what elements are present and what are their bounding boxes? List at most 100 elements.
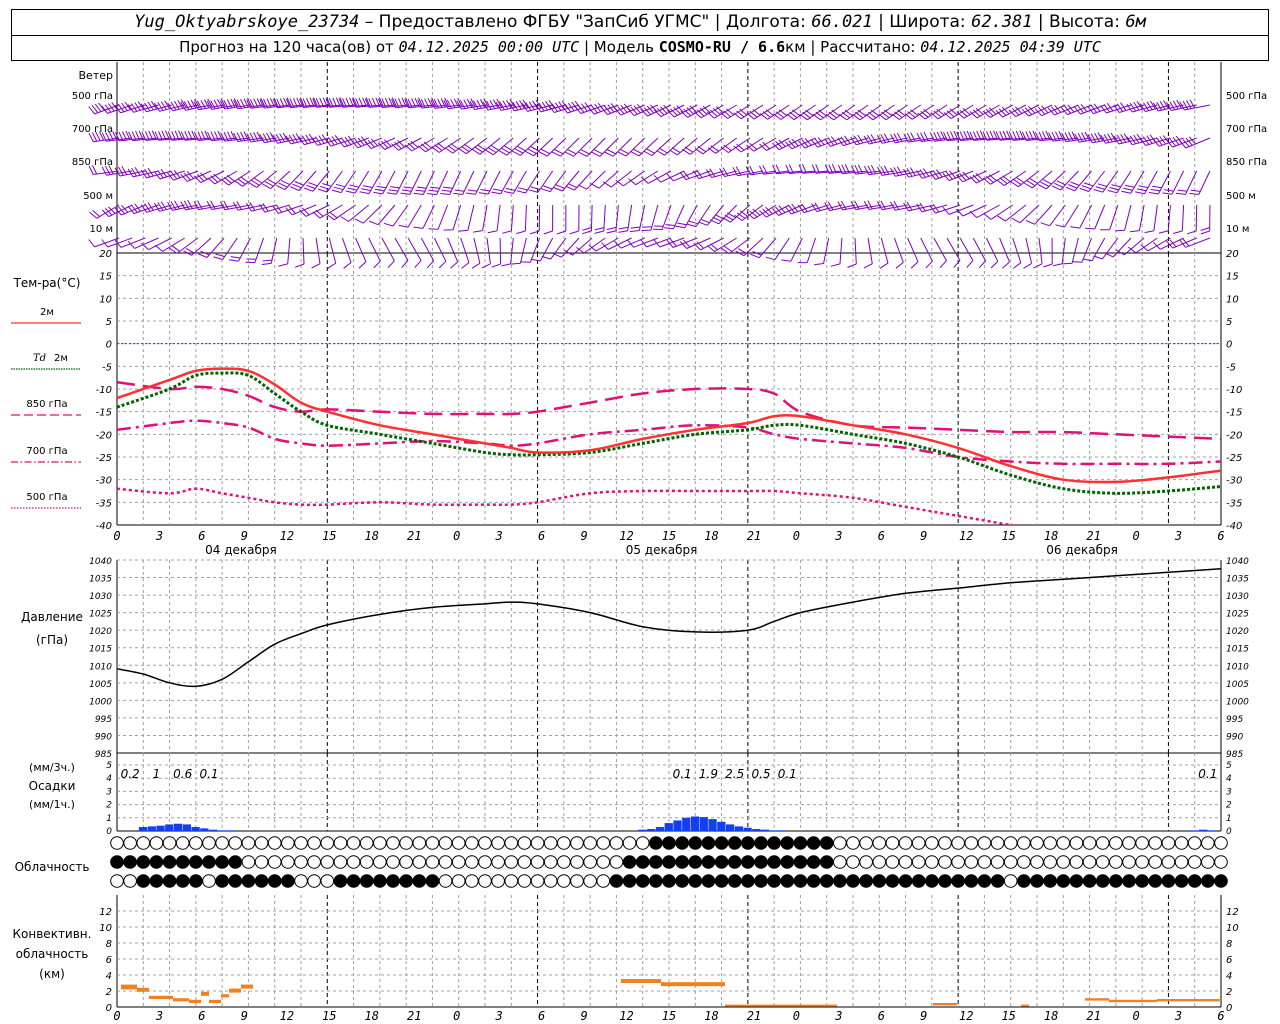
cloud-symbol (649, 836, 663, 850)
cloud-symbol (1069, 836, 1084, 850)
temp-axis-tick-right: -15 (1226, 408, 1242, 419)
wind-barb (326, 204, 356, 221)
cloud-symbol (110, 874, 124, 888)
cloud-symbol (1082, 855, 1097, 869)
wind-barb (428, 204, 449, 230)
convective-segment (725, 1004, 837, 1007)
pressure-title: Давление (21, 610, 83, 624)
cloud-symbol (123, 836, 137, 850)
cloud-symbol (281, 855, 295, 869)
cloud-symbol (149, 836, 164, 850)
wind-barb (569, 204, 580, 235)
cloud-symbol (662, 855, 676, 869)
cloud-symbol (727, 855, 742, 869)
precip-bar (690, 816, 700, 831)
cloud-symbol (925, 855, 939, 869)
precip-bar (664, 823, 673, 831)
cloud-symbol (1017, 874, 1031, 888)
cloud-symbol (688, 836, 703, 850)
cloud-symbol (1069, 874, 1084, 888)
wind-barb (1129, 204, 1145, 233)
cloud-symbol (359, 836, 374, 850)
cloud-symbol (294, 874, 308, 888)
cloud-symbol (1187, 836, 1202, 850)
precip-bar (217, 830, 227, 831)
precip-axis-tick-right: 1 (1226, 814, 1232, 824)
cloud-symbol (189, 836, 203, 850)
wind-barb (1011, 204, 1040, 224)
pressure-axis-tick-right: 1010 (1226, 662, 1249, 672)
temp-axis-tick: 15 (99, 272, 112, 283)
cloud-symbol (517, 874, 532, 888)
cloud-symbol (609, 836, 624, 850)
precip-unit-3h: (мм/3ч.) (29, 761, 75, 774)
pressure-axis-tick: 995 (95, 715, 112, 725)
cloud-symbol (583, 836, 597, 850)
cloud-symbol (649, 874, 663, 888)
convective-axis-tick: 10 (99, 923, 112, 934)
hour-tick-label: 15 (1001, 1009, 1015, 1023)
cloud-symbol (254, 874, 269, 888)
convective-segment (661, 982, 725, 987)
cloud-symbol (162, 855, 177, 869)
wind-barb (618, 204, 633, 233)
convective-segment (229, 988, 241, 993)
day-label: 06 декабря (1046, 543, 1118, 557)
convective-axis-tick: 12 (99, 907, 112, 918)
cloud-symbol (688, 874, 703, 888)
cloud-symbol (964, 855, 979, 869)
cloud-symbol (175, 855, 190, 869)
cloud-symbol (938, 874, 952, 888)
wind-barb (734, 204, 764, 221)
cloud-symbol (1109, 855, 1123, 869)
hour-tick-label: 12 (280, 529, 294, 543)
cloud-symbol (741, 836, 755, 850)
hour-tick-label: 21 (747, 529, 761, 543)
cloud-symbol (557, 855, 571, 869)
cloud-symbol (320, 836, 335, 850)
pressure-axis-tick-right: 990 (1226, 732, 1243, 742)
wind-barb (1055, 204, 1079, 228)
cloud-symbol (833, 874, 847, 888)
cloud-symbol (819, 874, 834, 888)
convective-axis-tick: 8 (106, 939, 112, 950)
wind-level-label: 500 гПа (72, 91, 113, 102)
cloud-symbol (1201, 836, 1215, 850)
cloud-symbol (451, 855, 466, 869)
wind-barb (1115, 204, 1132, 232)
cloud-symbol (741, 874, 755, 888)
temp-axis-tick-right: -25 (1226, 453, 1242, 464)
pressure-axis-tick-right: 985 (1226, 750, 1243, 760)
convective-segment (1021, 1004, 1029, 1007)
wind-barb (529, 204, 541, 235)
cloud-symbol (228, 855, 243, 869)
cloud-symbol (583, 874, 597, 888)
cloud-symbol (885, 855, 900, 869)
precip-axis-tick: 4 (106, 774, 112, 784)
cloud-symbol (346, 874, 361, 888)
cloud-symbol (451, 836, 466, 850)
cloud-symbol (1148, 874, 1163, 888)
cloud-symbol (622, 874, 637, 888)
cloud-symbol (1135, 874, 1149, 888)
cloud-symbol (1030, 836, 1044, 850)
temp-axis-tick: -15 (96, 408, 112, 419)
wind-level-label-right: 500 гПа (1226, 91, 1267, 102)
convective-segment (121, 984, 137, 990)
cloud-symbol (438, 874, 453, 888)
cloud-symbol (806, 836, 821, 850)
cloud-symbol (1122, 836, 1136, 850)
cloud-symbol (281, 836, 295, 850)
cloud-symbol (399, 874, 413, 888)
wind-barb (458, 204, 475, 232)
convective-segment (209, 999, 221, 1003)
wind-barbs (88, 97, 1211, 269)
cloud-symbol (1161, 874, 1176, 888)
temp-axis-tick: 0 (106, 340, 112, 351)
convective-axis-tick-right: 4 (1226, 971, 1232, 982)
hour-tick-label: 6 (198, 1009, 205, 1023)
cloud-symbol (543, 874, 558, 888)
hour-tick-label: 3 (1174, 1009, 1182, 1023)
hour-tick-label: 0 (453, 1009, 460, 1023)
hour-tick-label: 18 (704, 1009, 718, 1023)
